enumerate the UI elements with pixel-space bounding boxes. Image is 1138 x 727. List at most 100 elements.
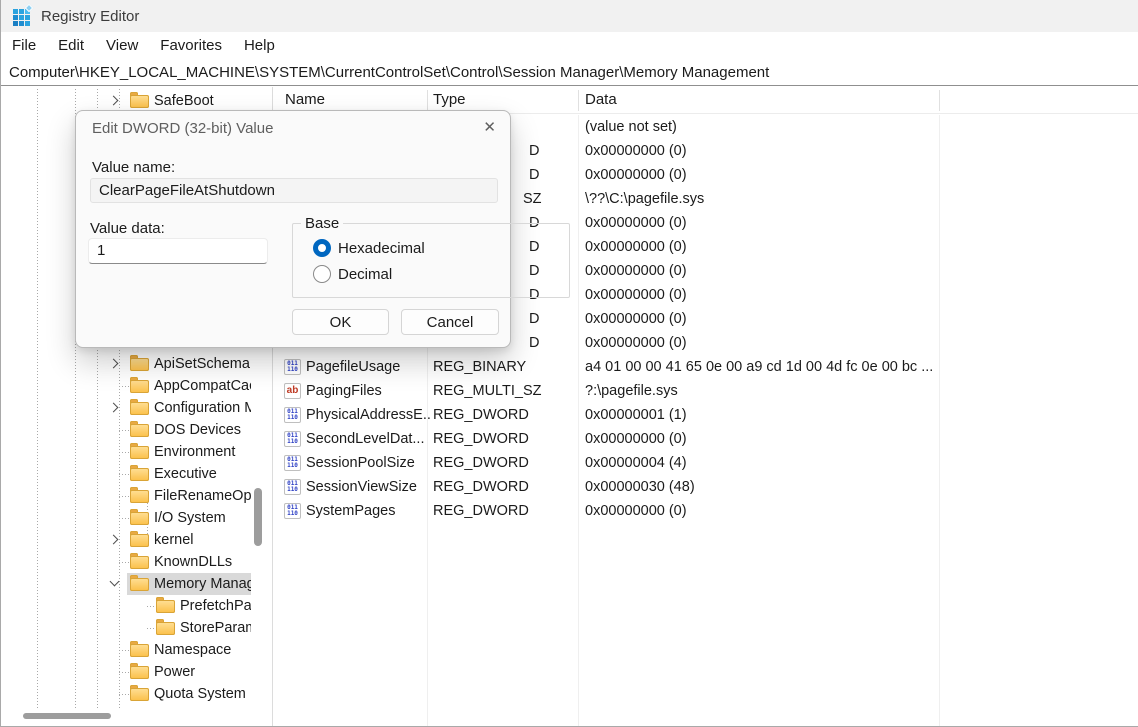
column-divider[interactable] [578, 90, 579, 111]
value-data: 0x00000000 (0) [585, 139, 687, 163]
registry-value-row[interactable]: 011110SessionPoolSizeREG_DWORD0x00000004… [274, 451, 1138, 475]
tree-item-label: Quota System [154, 683, 251, 705]
tree-item-prefetchparameters[interactable]: PrefetchParameters [1, 595, 273, 617]
menu-help[interactable]: Help [233, 32, 286, 59]
registry-value-row[interactable]: 011110SystemPagesREG_DWORD0x00000000 (0) [274, 499, 1138, 523]
value-name-label: Value name: [92, 159, 175, 176]
folder-icon [156, 622, 175, 635]
tree-item-namespace[interactable]: Namespace [1, 639, 273, 661]
tree-item-label: SafeBoot [154, 90, 251, 112]
tree-item-label: DOS Devices [154, 419, 251, 441]
column-divider[interactable] [427, 90, 428, 111]
value-data: 0x00000000 (0) [585, 427, 687, 451]
chevron-right-icon[interactable] [108, 533, 121, 546]
value-data: 0x00000000 (0) [585, 235, 687, 259]
radio-hexadecimal-label: Hexadecimal [338, 240, 425, 257]
column-header-data[interactable]: Data [585, 87, 617, 113]
radio-decimal[interactable]: Decimal [313, 265, 392, 283]
value-data: 0x00000004 (4) [585, 451, 687, 475]
column-divider[interactable] [939, 90, 940, 111]
tree-item-label: Executive [154, 463, 251, 485]
icon-digits: 110 [285, 487, 300, 493]
title-bar: Registry Editor [1, 0, 1138, 32]
tree-item-label: PrefetchParameters [180, 595, 251, 617]
registry-value-row[interactable]: 011110SessionViewSizeREG_DWORD0x00000030… [274, 475, 1138, 499]
tree-vertical-scrollbar[interactable] [254, 488, 262, 546]
dword-binary-icon: 011110 [284, 407, 301, 423]
registry-editor-window: Registry Editor File Edit View Favorites… [0, 0, 1138, 727]
value-name: SessionPoolSize [306, 451, 432, 475]
radio-selected-icon[interactable] [313, 239, 331, 257]
tree-item-power[interactable]: Power [1, 661, 273, 683]
value-name: SecondLevelDat... [306, 427, 432, 451]
chevron-right-icon[interactable] [108, 94, 121, 107]
dword-binary-icon: 011110 [284, 455, 301, 471]
chevron-right-icon[interactable] [108, 401, 121, 414]
tree-item-filerenameoperations[interactable]: FileRenameOperations [1, 485, 273, 507]
registry-grid-glyph [13, 9, 18, 14]
address-path: Computer\HKEY_LOCAL_MACHINE\SYSTEM\Curre… [1, 64, 769, 81]
folder-icon [130, 402, 149, 415]
tree-item-label: kernel [154, 529, 251, 551]
dword-binary-icon: 011110 [284, 503, 301, 519]
value-type: REG_DWORD [433, 499, 529, 523]
cancel-button[interactable]: Cancel [401, 309, 499, 335]
value-type: REG_BINARY [433, 355, 526, 379]
value-data: 0x00000000 (0) [585, 163, 687, 187]
value-data: 0x00000000 (0) [585, 259, 687, 283]
close-icon[interactable]: ✕ [483, 118, 496, 136]
tree-item-dos-devices[interactable]: DOS Devices [1, 419, 273, 441]
folder-icon [130, 688, 149, 701]
radio-decimal-label: Decimal [338, 266, 392, 283]
tree-item-apisetschema[interactable]: ApiSetSchema [1, 353, 273, 375]
value-type: REG_DWORD [433, 475, 529, 499]
chevron-right-icon[interactable] [108, 357, 121, 370]
folder-icon [130, 490, 149, 503]
menu-view[interactable]: View [95, 32, 149, 59]
radio-unselected-icon[interactable] [313, 265, 331, 283]
value-data-input[interactable]: 1 [88, 238, 268, 264]
value-data: 0x00000000 (0) [585, 331, 687, 355]
value-data: \??\C:\pagefile.sys [585, 187, 704, 211]
value-data: a4 01 00 00 41 65 0e 00 a9 cd 1d 00 4d f… [585, 355, 933, 379]
tree-item-quota-system[interactable]: Quota System [1, 683, 273, 705]
edit-dword-dialog: Edit DWORD (32-bit) Value ✕ Value name: … [75, 110, 511, 348]
tree-item-executive[interactable]: Executive [1, 463, 273, 485]
dword-binary-icon: 011110 [284, 359, 301, 375]
menu-bar: File Edit View Favorites Help [1, 32, 1138, 59]
tree-item-i-o-system[interactable]: I/O System [1, 507, 273, 529]
folder-icon [130, 578, 149, 591]
menu-file[interactable]: File [1, 32, 47, 59]
registry-value-row[interactable]: 011110PagefileUsageREG_BINARYa4 01 00 00… [274, 355, 1138, 379]
folder-icon [130, 534, 149, 547]
folder-icon [130, 468, 149, 481]
tree-horizontal-scrollbar[interactable] [23, 713, 111, 719]
tree-item-appcompatcache[interactable]: AppCompatCache [1, 375, 273, 397]
chevron-down-icon[interactable] [108, 577, 121, 590]
registry-value-row[interactable]: abPagingFilesREG_MULTI_SZ?:\pagefile.sys [274, 379, 1138, 403]
ok-button[interactable]: OK [292, 309, 389, 335]
menu-favorites[interactable]: Favorites [149, 32, 233, 59]
tree-item-label: Memory Management [154, 573, 251, 595]
value-name-input[interactable]: ClearPageFileAtShutdown [90, 178, 498, 203]
radio-hexadecimal[interactable]: Hexadecimal [313, 239, 425, 257]
folder-icon [130, 556, 149, 569]
dword-binary-icon: 011110 [284, 479, 301, 495]
tree-item-kernel[interactable]: kernel [1, 529, 273, 551]
tree-item-knowndlls[interactable]: KnownDLLs [1, 551, 273, 573]
menu-edit[interactable]: Edit [47, 32, 95, 59]
registry-value-row[interactable]: 011110SecondLevelDat...REG_DWORD0x000000… [274, 427, 1138, 451]
tree-item-memory-management[interactable]: Memory Management [1, 573, 273, 595]
value-type-fragment: D [529, 307, 539, 331]
folder-icon [130, 380, 149, 393]
registry-value-row[interactable]: 011110PhysicalAddressE...REG_DWORD0x0000… [274, 403, 1138, 427]
tree-item-safeboot[interactable]: SafeBoot [1, 90, 273, 112]
value-data: 0x00000030 (48) [585, 475, 695, 499]
tree-item-label: FileRenameOperations [154, 485, 251, 507]
tree-item-environment[interactable]: Environment [1, 441, 273, 463]
tree-item-storeparameters[interactable]: StoreParameters [1, 617, 273, 639]
address-bar[interactable]: Computer\HKEY_LOCAL_MACHINE\SYSTEM\Curre… [1, 59, 1138, 86]
tree-item-configuration-manager[interactable]: Configuration Manager [1, 397, 273, 419]
value-data: 0x00000000 (0) [585, 307, 687, 331]
dialog-title: Edit DWORD (32-bit) Value [92, 120, 273, 137]
